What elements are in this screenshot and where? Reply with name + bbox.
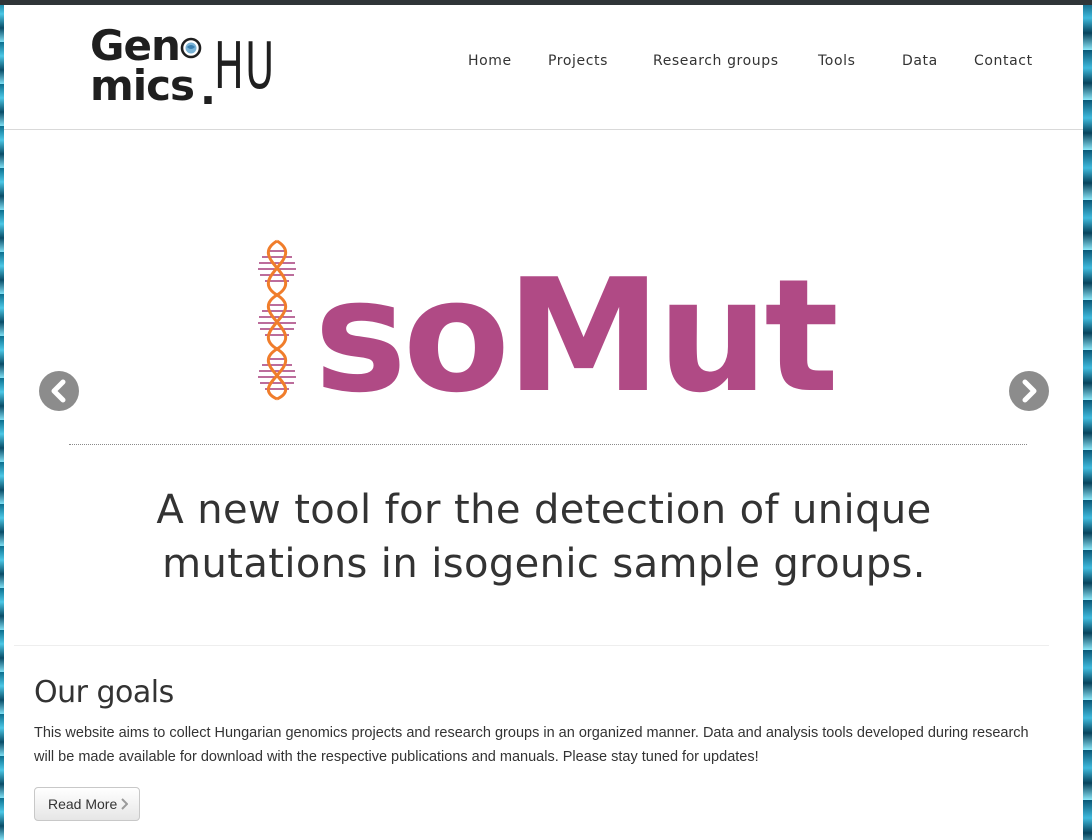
tagline-line-1: A new tool for the detection of unique: [156, 487, 932, 533]
dna-helix-icon: [258, 239, 296, 401]
hero-slider: soMut A new tool for the detection of un…: [14, 143, 1049, 646]
nav-data[interactable]: Data: [902, 53, 938, 69]
slider-prev-button[interactable]: [39, 371, 79, 411]
isomut-wordmark: soMut: [314, 245, 839, 427]
nav-home[interactable]: Home: [468, 53, 512, 69]
isomut-logo: soMut: [252, 237, 852, 421]
tagline-line-2: mutations in isogenic sample groups.: [162, 541, 926, 587]
read-more-button[interactable]: Read More: [34, 787, 141, 821]
chevron-left-icon: [51, 379, 66, 403]
slider-next-button[interactable]: [1009, 371, 1049, 411]
slide-divider: [69, 444, 1027, 445]
chevron-right-icon: [121, 798, 129, 810]
nav-tools[interactable]: Tools: [818, 53, 856, 69]
nav-projects[interactable]: Projects: [548, 53, 608, 69]
read-more-label: Read More: [48, 796, 118, 812]
page: Gen mics . HU Home Projects Research gro…: [4, 5, 1083, 840]
goals-heading: Our goals: [34, 675, 174, 710]
background-right-strip: [1083, 0, 1092, 840]
main-nav: Home Projects Research groups Tools Data…: [4, 53, 1083, 77]
nav-contact[interactable]: Contact: [974, 53, 1033, 69]
site-header: Gen mics . HU Home Projects Research gro…: [4, 5, 1083, 130]
goals-description: This website aims to collect Hungarian g…: [34, 725, 1029, 765]
chevron-right-icon: [1022, 379, 1037, 403]
slide-tagline: A new tool for the detection of unique m…: [44, 483, 1044, 591]
nav-research-groups[interactable]: Research groups: [653, 53, 779, 69]
